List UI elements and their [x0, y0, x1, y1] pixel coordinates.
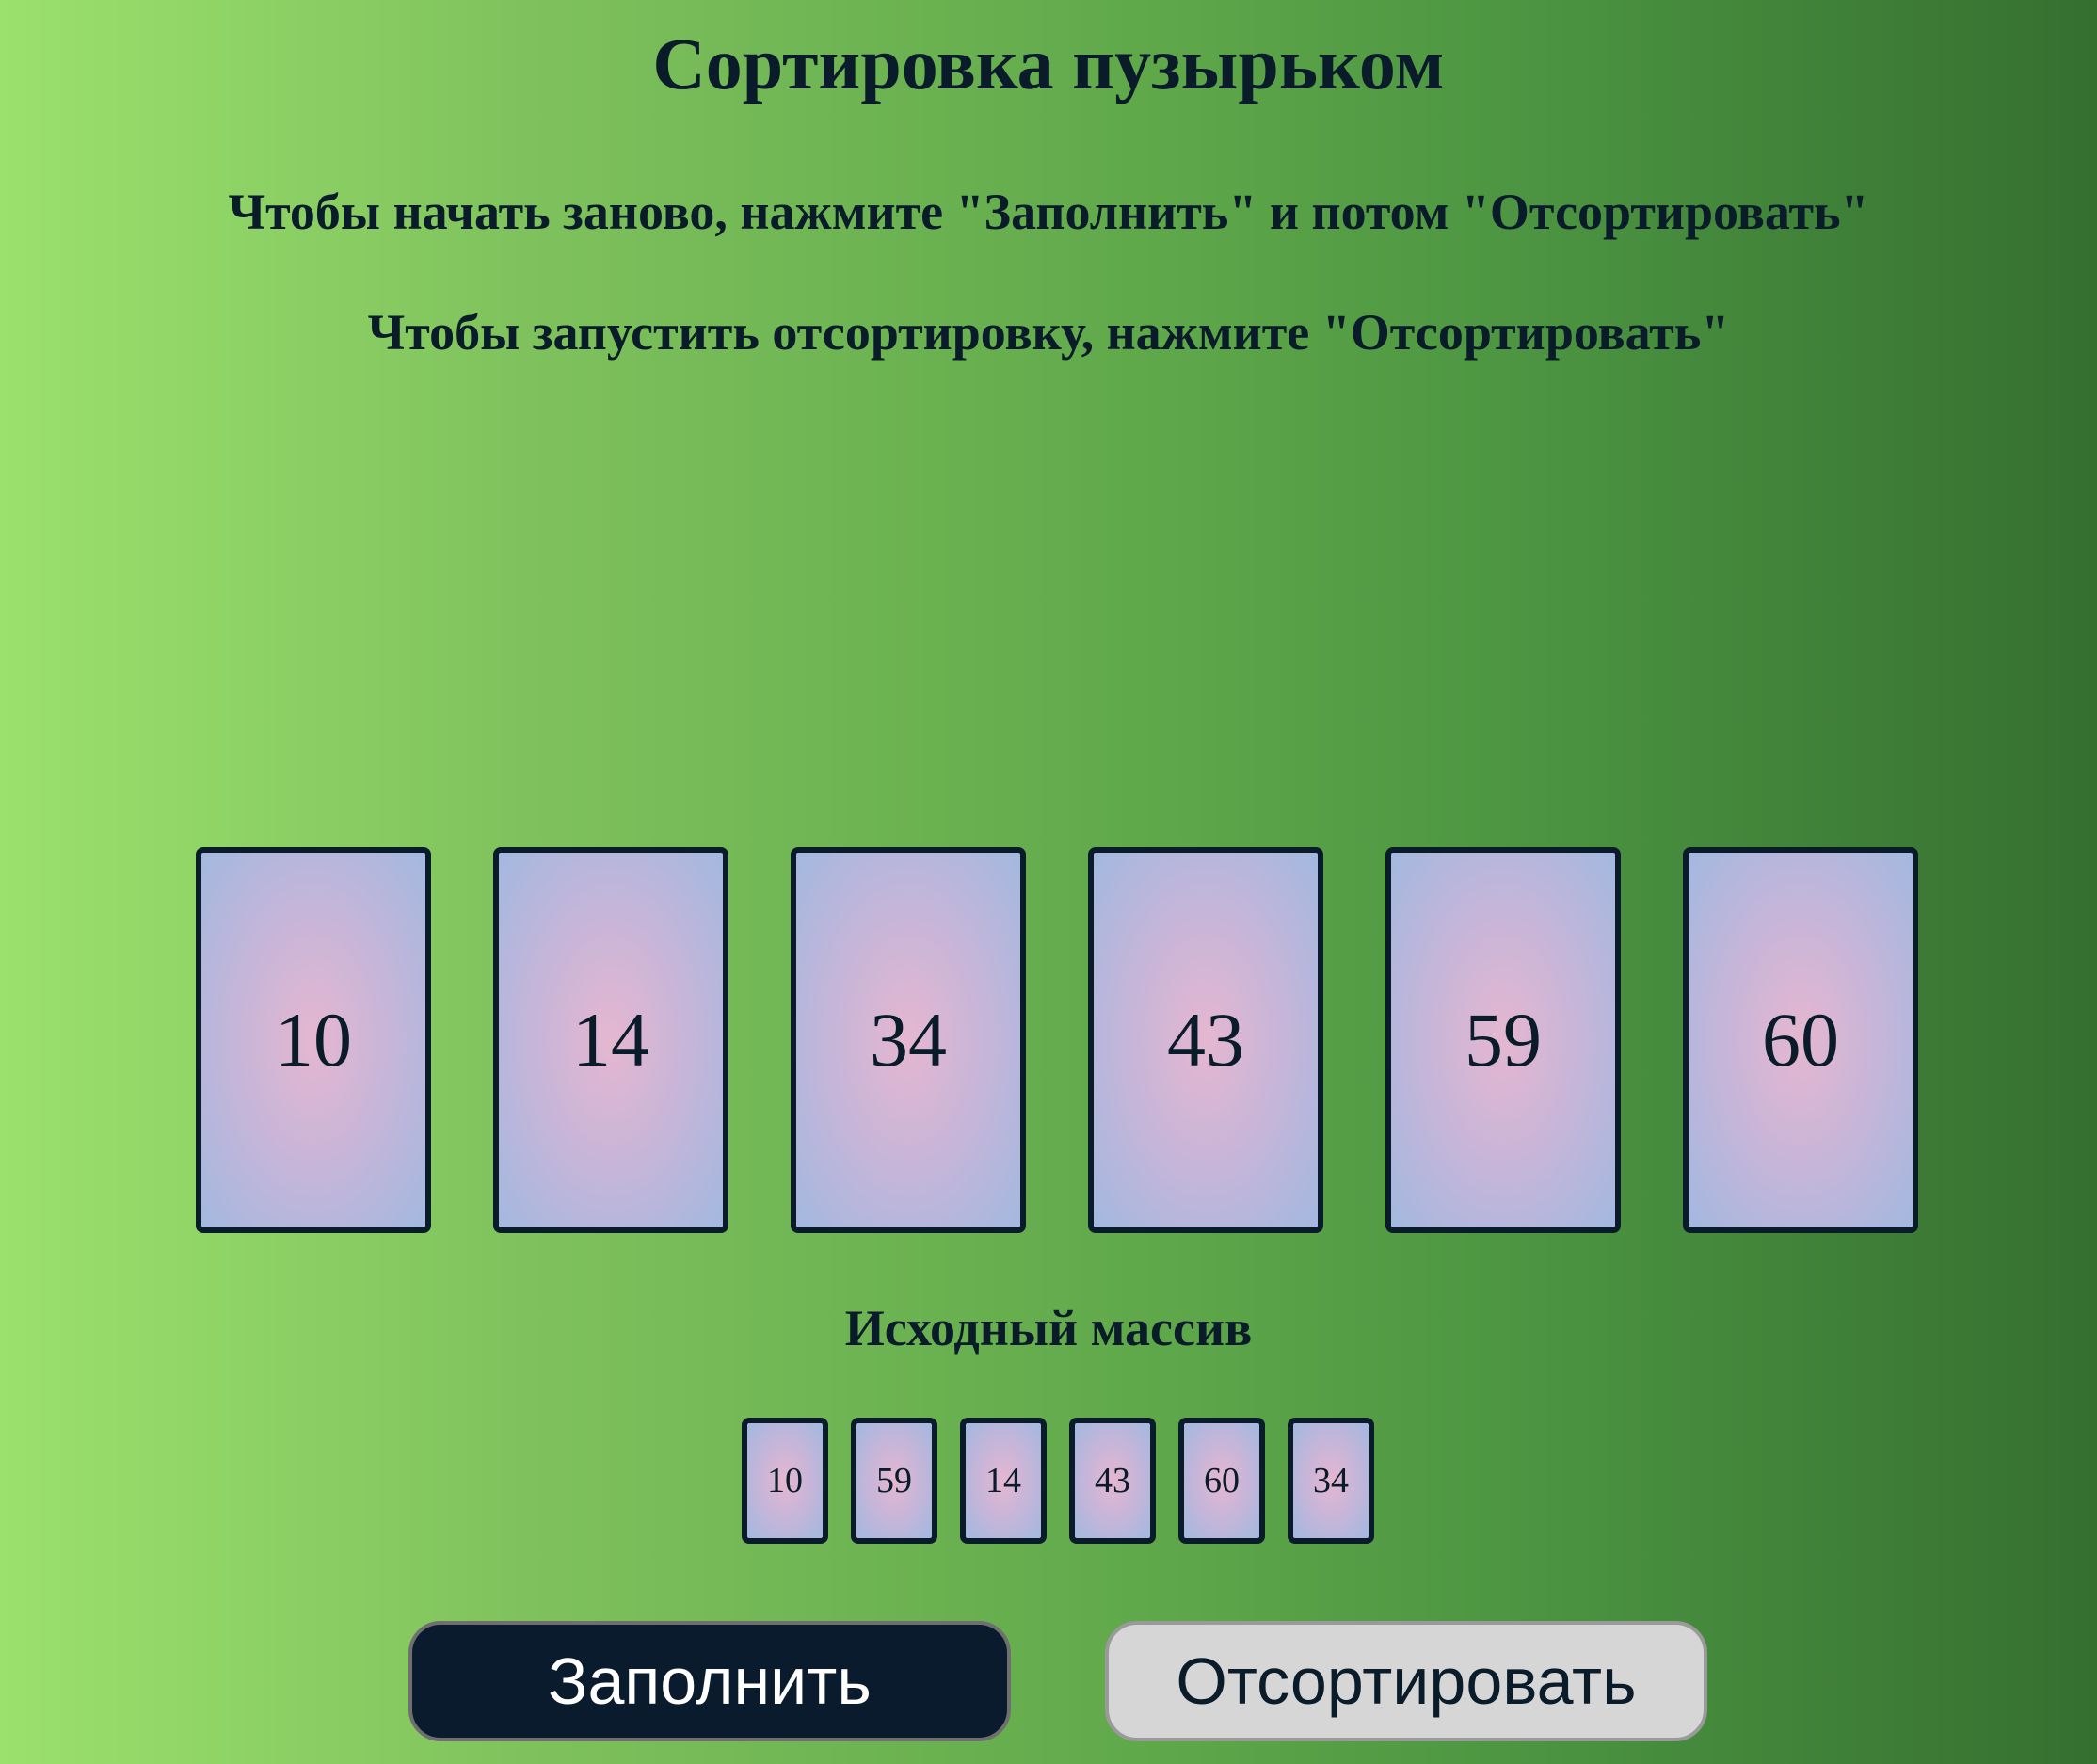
array-card: 43 [1088, 847, 1323, 1233]
source-card: 14 [960, 1418, 1047, 1544]
source-card: 10 [742, 1418, 828, 1544]
source-card: 59 [851, 1418, 937, 1544]
array-card: 34 [791, 847, 1026, 1233]
sorted-array: 10 14 34 43 59 60 [0, 847, 2097, 1239]
page-title: Сортировка пузырьком [652, 23, 1445, 104]
source-card: 34 [1288, 1418, 1374, 1544]
array-card: 60 [1683, 847, 1918, 1233]
sort-hint: Чтобы запустить отсортировку, нажмите "О… [367, 304, 1730, 361]
source-card: 60 [1178, 1418, 1265, 1544]
source-array-label: Исходный массив [844, 1300, 1253, 1356]
array-card: 14 [493, 847, 728, 1233]
sort-button[interactable]: Отсортировать [1105, 1621, 1707, 1741]
restart-hint: Чтобы начать заново, нажмите "Заполнить"… [228, 184, 1869, 240]
source-card: 43 [1069, 1418, 1156, 1544]
source-array: 10 59 14 43 60 34 [0, 1418, 2097, 1546]
array-card: 10 [196, 847, 431, 1233]
array-card: 59 [1385, 847, 1621, 1233]
fill-button[interactable]: Заполнить [408, 1621, 1011, 1741]
